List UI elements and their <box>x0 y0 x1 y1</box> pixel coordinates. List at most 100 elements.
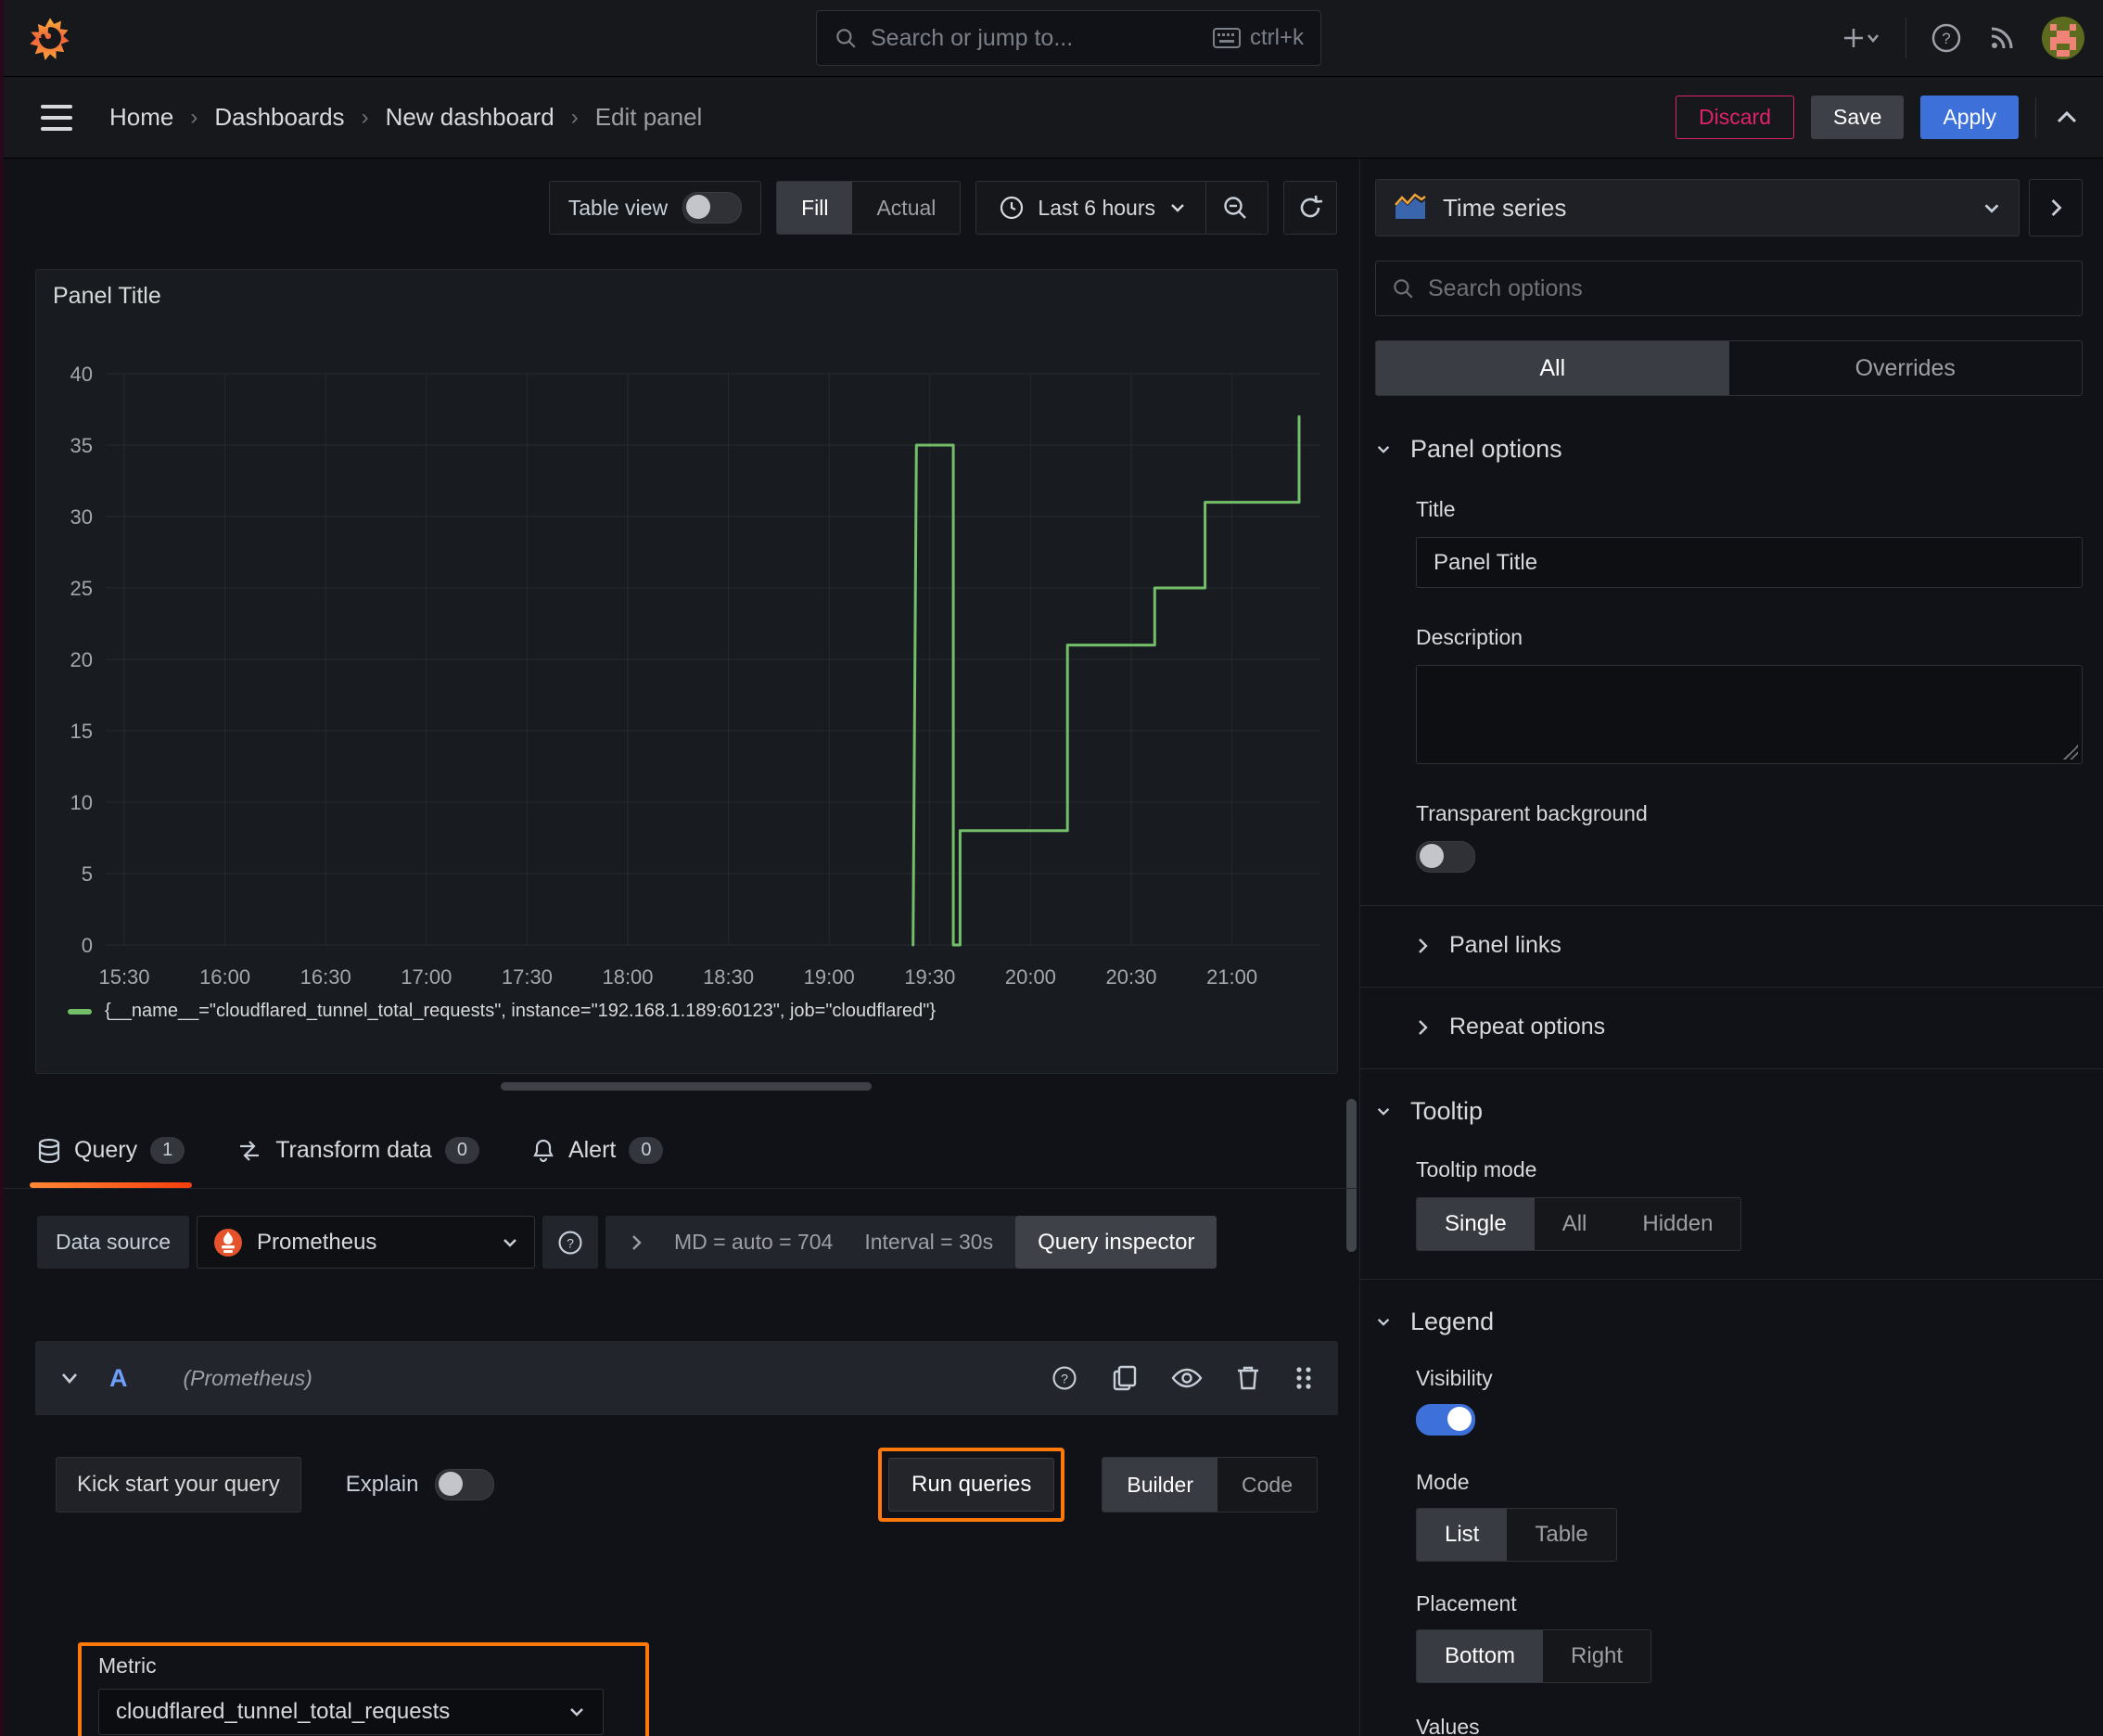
datasource-select[interactable]: Prometheus <box>197 1216 536 1269</box>
breadcrumb-home[interactable]: Home <box>109 103 173 132</box>
tab-alert[interactable]: Alert 0 <box>531 1113 664 1188</box>
svg-text:30: 30 <box>70 505 93 529</box>
panel-title-input[interactable]: Panel Title <box>1416 537 2083 588</box>
legend-mode-list-option[interactable]: List <box>1417 1509 1508 1561</box>
legend-mode-segmented: List Table <box>1416 1508 1617 1562</box>
transparent-background-label: Transparent background <box>1416 801 1648 825</box>
legend-visibility-label: Visibility <box>1416 1366 1493 1390</box>
panel-options-header[interactable]: Panel options <box>1375 435 2083 464</box>
options-search-input[interactable]: Search options <box>1375 261 2083 316</box>
menu-toggle-icon[interactable] <box>41 104 72 131</box>
tooltip-single-option[interactable]: Single <box>1417 1198 1535 1250</box>
section-divider <box>1360 905 2103 906</box>
chevron-down-icon <box>503 1238 516 1247</box>
zoom-out-button[interactable] <box>1205 182 1264 234</box>
alert-count-badge: 0 <box>629 1137 664 1164</box>
transparent-background-toggle[interactable] <box>1416 841 1475 873</box>
breadcrumb-separator: › <box>570 104 579 130</box>
code-option[interactable]: Code <box>1217 1458 1317 1512</box>
news-rss-icon[interactable] <box>1986 22 2018 54</box>
tab-query[interactable]: Query 1 <box>29 1113 193 1188</box>
datasource-name: Prometheus <box>257 1229 377 1255</box>
save-button[interactable]: Save <box>1811 96 1905 139</box>
repeat-options-section[interactable]: Repeat options <box>1375 1014 2083 1040</box>
keyboard-shortcut-hint: ctrl+k <box>1212 25 1304 51</box>
collapse-chevron-icon[interactable] <box>59 1371 80 1385</box>
tab-overrides[interactable]: Overrides <box>1729 341 2083 395</box>
legend-section-header[interactable]: Legend <box>1375 1308 2083 1336</box>
legend-mode-label: Mode <box>1416 1470 1470 1494</box>
discard-button[interactable]: Discard <box>1676 96 1795 139</box>
query-actions-row: Kick start your query Explain Run querie… <box>35 1448 1338 1522</box>
breadcrumb: Home › Dashboards › New dashboard › Edit… <box>109 103 702 132</box>
textarea-resize-handle[interactable] <box>2063 745 2078 760</box>
panel-links-section[interactable]: Panel links <box>1375 932 2083 959</box>
breadcrumb-edit-panel: Edit panel <box>594 103 703 131</box>
query-row-icons: ? <box>1051 1364 1314 1392</box>
refresh-button[interactable] <box>1283 181 1337 235</box>
legend-series-color <box>68 1008 92 1015</box>
time-series-viz-icon <box>1395 193 1426 219</box>
svg-text:16:30: 16:30 <box>300 965 351 989</box>
help-circle-icon[interactable]: ? <box>1051 1364 1078 1392</box>
chevron-right-icon <box>632 1234 642 1250</box>
svg-text:10: 10 <box>70 791 93 814</box>
description-textarea[interactable] <box>1416 665 2083 764</box>
tab-transform-data[interactable]: Transform data 0 <box>236 1113 479 1188</box>
trash-icon[interactable] <box>1236 1364 1260 1392</box>
legend-series-label: {__name__="cloudflared_tunnel_total_requ… <box>105 1001 937 1021</box>
legend-visibility-toggle[interactable] <box>1416 1404 1475 1436</box>
metric-label: Metric <box>98 1653 157 1678</box>
kick-start-query-button[interactable]: Kick start your query <box>56 1457 301 1513</box>
chart-legend-item[interactable]: {__name__="cloudflared_tunnel_total_requ… <box>68 1001 936 1022</box>
chevron-down-icon <box>1377 1108 1390 1116</box>
top-nav: Search or jump to... ctrl+k ? <box>0 0 2103 77</box>
title-field-label: Title <box>1416 497 1456 521</box>
datasource-help-button[interactable]: ? <box>542 1216 599 1269</box>
tooltip-mode-label: Tooltip mode <box>1416 1157 1537 1181</box>
global-search-input[interactable]: Search or jump to... ctrl+k <box>816 10 1321 66</box>
toggle-viz-suggestions-button[interactable] <box>2029 179 2083 236</box>
search-icon <box>1394 279 1413 299</box>
query-inspector-button[interactable]: Query inspector <box>1015 1216 1217 1269</box>
breadcrumb-dashboards[interactable]: Dashboards <box>214 103 344 132</box>
collapse-chevron-up-icon[interactable] <box>2053 108 2081 127</box>
new-item-button[interactable] <box>1833 24 1881 52</box>
legend-mode-table-option[interactable]: Table <box>1507 1509 1615 1561</box>
panel-resize-handle[interactable] <box>501 1082 872 1091</box>
drag-handle-icon[interactable] <box>1294 1364 1314 1392</box>
metric-select[interactable]: cloudflared_tunnel_total_requests <box>98 1689 604 1735</box>
breadcrumb-new-dashboard[interactable]: New dashboard <box>386 103 554 132</box>
apply-button[interactable]: Apply <box>1920 96 2019 139</box>
legend-placement-bottom-option[interactable]: Bottom <box>1417 1630 1544 1682</box>
query-ref-id: A <box>109 1363 128 1392</box>
table-view-toggle[interactable] <box>682 192 743 223</box>
explain-toggle[interactable] <box>435 1469 495 1500</box>
grafana-logo-icon[interactable] <box>26 14 74 62</box>
fit-fill-option[interactable]: Fill <box>777 182 853 234</box>
run-queries-button[interactable]: Run queries <box>887 1458 1055 1512</box>
help-icon[interactable]: ? <box>1931 22 1962 54</box>
query-row-header[interactable]: A (Prometheus) ? <box>35 1341 1338 1415</box>
svg-text:0: 0 <box>82 934 93 957</box>
clock-icon <box>1001 196 1024 220</box>
legend-placement-right-option[interactable]: Right <box>1543 1630 1651 1682</box>
tooltip-section-header[interactable]: Tooltip <box>1375 1097 2083 1126</box>
time-series-chart[interactable]: 0 5 10 15 20 25 30 35 40 15:30 16:00 16:30 17:00 17:3… <box>36 270 1337 1073</box>
tooltip-all-option[interactable]: All <box>1535 1198 1615 1250</box>
visualization-picker[interactable]: Time series <box>1375 179 2020 236</box>
legend-placement-segmented: Bottom Right <box>1416 1629 1652 1683</box>
chevron-right-icon <box>2051 199 2062 216</box>
query-options-summary[interactable]: MD = auto = 704 Interval = 30s <box>605 1216 1018 1269</box>
fit-actual-option[interactable]: Actual <box>852 182 960 234</box>
tab-all-options[interactable]: All <box>1376 341 1729 395</box>
duplicate-icon[interactable] <box>1112 1364 1138 1392</box>
tooltip-hidden-option[interactable]: Hidden <box>1614 1198 1740 1250</box>
time-range-picker[interactable]: Last 6 hours <box>980 182 1205 234</box>
user-avatar[interactable] <box>2042 17 2084 59</box>
chevron-down-icon <box>570 1708 583 1717</box>
svg-text:20: 20 <box>70 648 93 671</box>
time-series-panel: Panel Title 0 5 10 15 20 25 30 35 40 15:30 16:00 16… <box>35 269 1338 1074</box>
hide-response-eye-icon[interactable] <box>1171 1366 1203 1390</box>
builder-option[interactable]: Builder <box>1102 1458 1218 1512</box>
